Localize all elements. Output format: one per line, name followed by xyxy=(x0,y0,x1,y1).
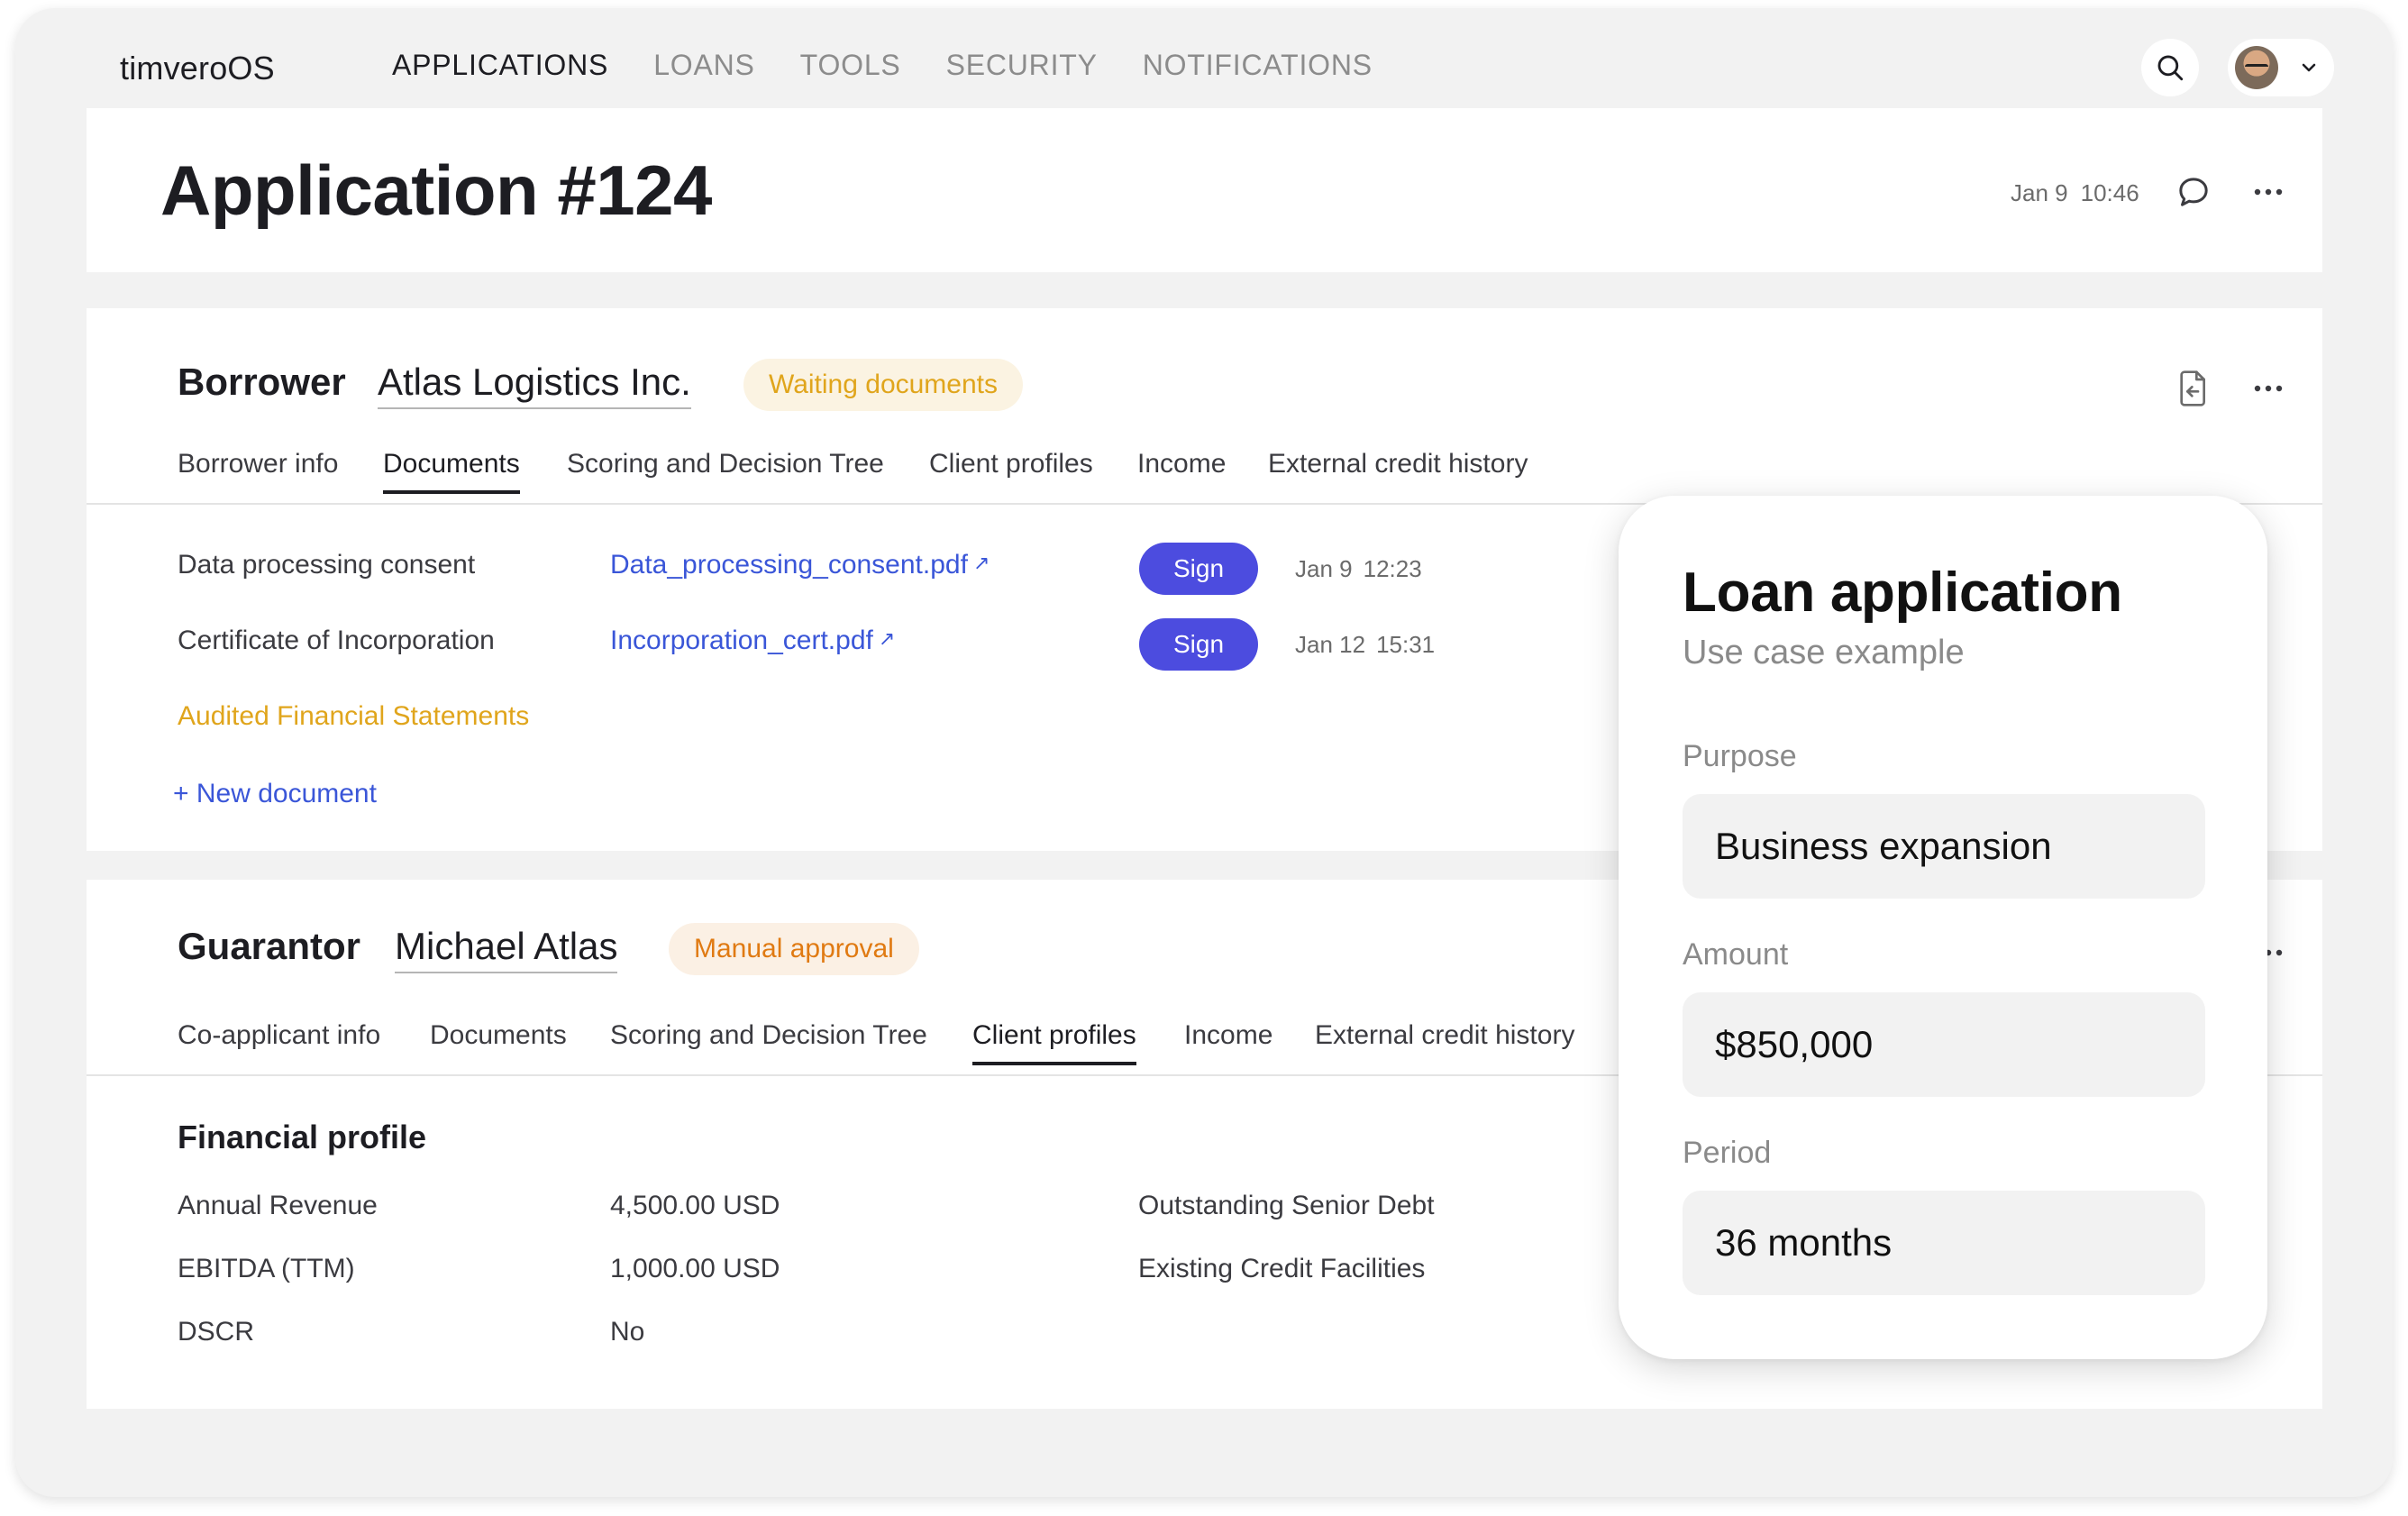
chevron-down-icon xyxy=(2302,63,2316,72)
timestamp-time: 10:46 xyxy=(2080,179,2139,206)
financial-value: 1,000.00 USD xyxy=(610,1254,780,1283)
export-button[interactable] xyxy=(2171,366,2216,411)
loan-card-title: Loan application xyxy=(1683,562,2122,624)
period-field[interactable]: 36 months xyxy=(1683,1191,2205,1295)
document-label: Data processing consent xyxy=(178,550,476,580)
comment-button[interactable] xyxy=(2171,169,2216,215)
borrower-more-button[interactable] xyxy=(2246,366,2291,411)
document-label: Certificate of Incorporation xyxy=(178,626,495,655)
amount-field[interactable]: $850,000 xyxy=(1683,992,2205,1097)
nav-loans[interactable]: LOANS xyxy=(653,49,754,82)
search-icon xyxy=(2157,55,2184,81)
loan-application-card: Loan application Use case example Purpos… xyxy=(1619,496,2267,1359)
financial-label: EBITDA (TTM) xyxy=(178,1254,355,1283)
nav-notifications[interactable]: NOTIFICATIONS xyxy=(1143,49,1373,82)
nav-security[interactable]: SECURITY xyxy=(946,49,1098,82)
tab-client-profiles[interactable]: Client profiles xyxy=(929,449,1093,490)
external-link-icon: ↗ xyxy=(972,552,990,574)
tab-borrower-info[interactable]: Borrower info xyxy=(178,449,338,490)
financial-label: Outstanding Senior Debt xyxy=(1138,1191,1435,1220)
financial-value: No xyxy=(610,1317,645,1347)
main-nav: APPLICATIONS LOANS TOOLS SECURITY NOTIFI… xyxy=(392,49,1418,82)
nav-applications[interactable]: APPLICATIONS xyxy=(392,49,608,82)
period-label: Period xyxy=(1683,1136,1772,1170)
document-file-link[interactable]: Data_processing_consent.pdf ↗ xyxy=(610,550,990,580)
section-title: Financial profile xyxy=(178,1119,427,1155)
tab-scoring[interactable]: Scoring and Decision Tree xyxy=(567,449,884,490)
tab-client-profiles[interactable]: Client profiles xyxy=(972,1020,1136,1065)
guarantor-name-link[interactable]: Michael Atlas xyxy=(395,925,618,973)
tab-income[interactable]: Income xyxy=(1184,1020,1272,1062)
borrower-name-link[interactable]: Atlas Logistics Inc. xyxy=(378,361,691,409)
application-timestamp: Jan 9 10:46 xyxy=(2011,179,2139,207)
sign-button[interactable]: Sign xyxy=(1139,618,1258,671)
document-timestamp: Jan 12 15:31 xyxy=(1295,631,1436,658)
timestamp-date: Jan 9 xyxy=(2011,179,2068,206)
more-horizontal-icon xyxy=(2254,385,2283,392)
comment-icon xyxy=(2179,178,2208,206)
borrower-role-label: Borrower xyxy=(178,361,346,403)
purpose-field[interactable]: Business expansion xyxy=(1683,794,2205,899)
amount-label: Amount xyxy=(1683,937,1789,972)
status-badge: Manual approval xyxy=(669,923,919,975)
avatar xyxy=(2235,46,2278,89)
tab-documents[interactable]: Documents xyxy=(383,449,520,494)
financial-label: Existing Credit Facilities xyxy=(1138,1254,1426,1283)
tab-documents[interactable]: Documents xyxy=(430,1020,567,1062)
sign-button[interactable]: Sign xyxy=(1139,543,1258,595)
guarantor-role-label: Guarantor xyxy=(178,925,361,967)
page-title: Application #124 xyxy=(160,151,712,230)
document-file-link[interactable]: Incorporation_cert.pdf ↗ xyxy=(610,626,895,656)
more-button[interactable] xyxy=(2246,169,2291,215)
external-link-icon: ↗ xyxy=(878,627,896,650)
document-timestamp: Jan 9 12:23 xyxy=(1295,555,1422,582)
financial-label: Annual Revenue xyxy=(178,1191,378,1220)
user-menu-button[interactable] xyxy=(2228,39,2334,96)
purpose-label: Purpose xyxy=(1683,739,1797,773)
tab-scoring[interactable]: Scoring and Decision Tree xyxy=(610,1020,927,1062)
new-document-button[interactable]: + New document xyxy=(173,779,377,809)
more-horizontal-icon xyxy=(2254,188,2283,196)
export-document-icon xyxy=(2180,370,2205,406)
missing-document-label[interactable]: Audited Financial Statements xyxy=(178,701,529,732)
tab-external-credit-history[interactable]: External credit history xyxy=(1268,449,1528,490)
financial-label: DSCR xyxy=(178,1317,255,1347)
tab-co-applicant-info[interactable]: Co-applicant info xyxy=(178,1020,380,1062)
financial-value: 4,500.00 USD xyxy=(610,1191,780,1220)
application-header: Application #124 Jan 9 10:46 xyxy=(87,108,2322,272)
search-button[interactable] xyxy=(2141,39,2199,96)
status-badge: Waiting documents xyxy=(743,359,1024,411)
brand-logo[interactable]: timveroOS xyxy=(120,50,275,87)
app-window: timveroOS APPLICATIONS LOANS TOOLS SECUR… xyxy=(15,8,2393,1497)
tab-income[interactable]: Income xyxy=(1137,449,1226,490)
tab-external-credit-history[interactable]: External credit history xyxy=(1315,1020,1574,1062)
nav-tools[interactable]: TOOLS xyxy=(800,49,901,82)
loan-card-subtitle: Use case example xyxy=(1683,634,1965,671)
